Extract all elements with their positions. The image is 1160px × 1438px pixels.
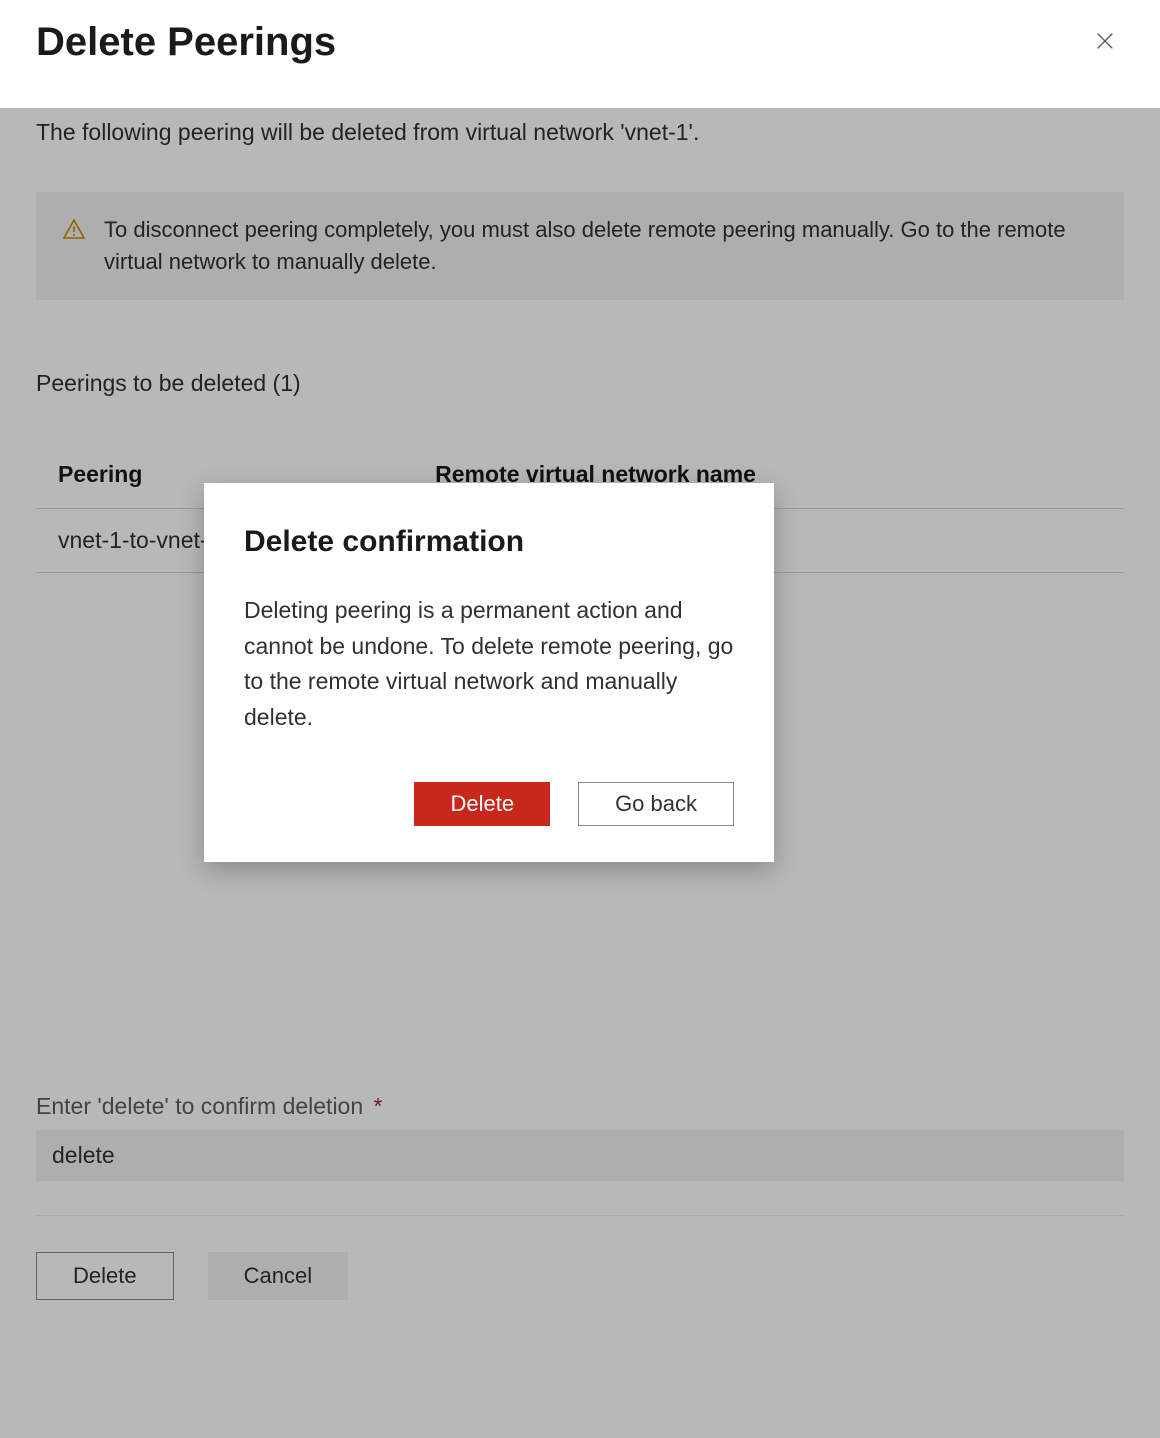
footer-buttons: Delete Cancel <box>36 1252 1124 1300</box>
modal-buttons: Delete Go back <box>244 782 734 826</box>
delete-confirmation-modal: Delete confirmation Deleting peering is … <box>204 483 774 862</box>
modal-text: Deleting peering is a permanent action a… <box>244 593 734 736</box>
confirm-label-text: Enter 'delete' to confirm deletion <box>36 1093 363 1119</box>
cancel-button[interactable]: Cancel <box>208 1252 348 1300</box>
modal-go-back-button[interactable]: Go back <box>578 782 734 826</box>
section-label: Peerings to be deleted (1) <box>36 370 1124 397</box>
warning-alert: To disconnect peering completely, you mu… <box>36 192 1124 300</box>
page-title: Delete Peerings <box>36 20 336 65</box>
close-icon <box>1094 30 1116 55</box>
warning-icon <box>62 214 86 246</box>
close-button[interactable] <box>1086 22 1124 63</box>
modal-delete-button[interactable]: Delete <box>414 782 550 826</box>
divider <box>36 1215 1124 1216</box>
required-indicator: * <box>374 1093 383 1119</box>
delete-button[interactable]: Delete <box>36 1252 174 1300</box>
confirm-label: Enter 'delete' to confirm deletion * <box>36 1093 1124 1120</box>
intro-text: The following peering will be deleted fr… <box>36 119 1124 146</box>
warning-text: To disconnect peering completely, you mu… <box>104 214 1098 278</box>
confirm-input[interactable] <box>36 1130 1124 1181</box>
panel-header: Delete Peerings <box>0 0 1160 89</box>
modal-title: Delete confirmation <box>244 525 734 559</box>
